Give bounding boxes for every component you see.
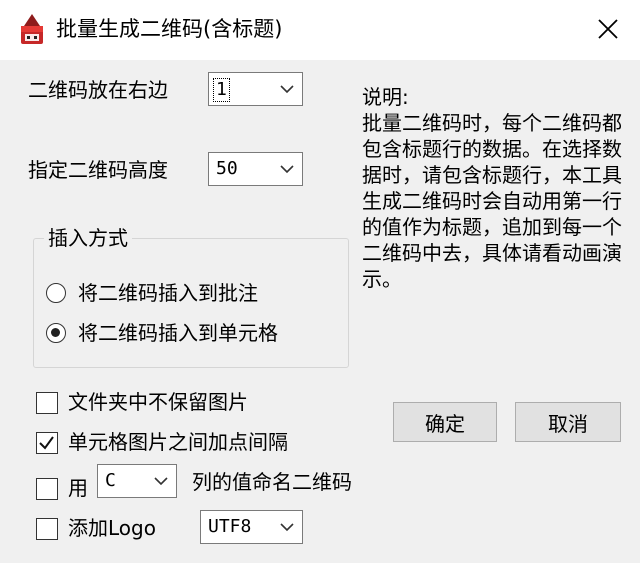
window-title: 批量生成二维码(含标题) <box>56 17 283 41</box>
description-text: 批量二维码时，每个二维码都包含标题行的数据。在选择数据时，请包含标题行，本工具生… <box>362 111 622 291</box>
app-qr-icon <box>21 14 43 44</box>
position-select-value: 1 <box>213 78 230 102</box>
name-by-column-prefix[interactable]: 用 <box>68 474 88 502</box>
chevron-down-icon <box>154 477 168 486</box>
checkmark-icon <box>39 436 54 450</box>
radio-insert-cell[interactable] <box>46 323 66 343</box>
encoding-select[interactable]: UTF8 <box>200 510 303 544</box>
encoding-select-value: UTF8 <box>208 516 252 537</box>
height-label: 指定二维码高度 <box>28 158 168 182</box>
ok-button[interactable]: 确定 <box>393 402 497 442</box>
insert-mode-title: 插入方式 <box>44 224 132 252</box>
chevron-down-icon <box>280 85 294 94</box>
radio-insert-comment-label[interactable]: 将二维码插入到批注 <box>78 279 258 307</box>
name-by-column-checkbox[interactable] <box>36 478 58 500</box>
no-keep-images-label[interactable]: 文件夹中不保留图片 <box>68 388 248 416</box>
radio-insert-comment[interactable] <box>46 283 66 303</box>
add-logo-checkbox[interactable] <box>36 518 58 540</box>
radio-selected-dot <box>51 328 60 337</box>
position-select[interactable]: 1 <box>208 72 303 106</box>
height-select[interactable]: 50 <box>208 152 303 186</box>
title-bar: 批量生成二维码(含标题) <box>0 0 640 60</box>
add-logo-label[interactable]: 添加Logo <box>68 514 156 542</box>
description-heading: 说明: <box>362 85 409 109</box>
close-button[interactable] <box>586 8 630 50</box>
chevron-down-icon <box>280 165 294 174</box>
no-keep-images-checkbox[interactable] <box>36 392 58 414</box>
name-by-column-suffix: 列的值命名二维码 <box>192 470 352 494</box>
height-select-value: 50 <box>216 158 238 179</box>
column-select-value: C <box>105 470 116 491</box>
description: 说明: 批量二维码时，每个二维码都包含标题行的数据。在选择数据时，请包含标题行，… <box>362 84 624 292</box>
column-select[interactable]: C <box>97 464 177 498</box>
chevron-down-icon <box>280 523 294 532</box>
add-spacing-label[interactable]: 单元格图片之间加点间隔 <box>68 428 288 456</box>
add-spacing-checkbox[interactable] <box>36 432 58 454</box>
radio-insert-cell-label[interactable]: 将二维码插入到单元格 <box>78 319 278 347</box>
cancel-button[interactable]: 取消 <box>515 402 621 442</box>
position-label: 二维码放在右边 <box>28 78 168 102</box>
close-icon <box>598 19 618 39</box>
